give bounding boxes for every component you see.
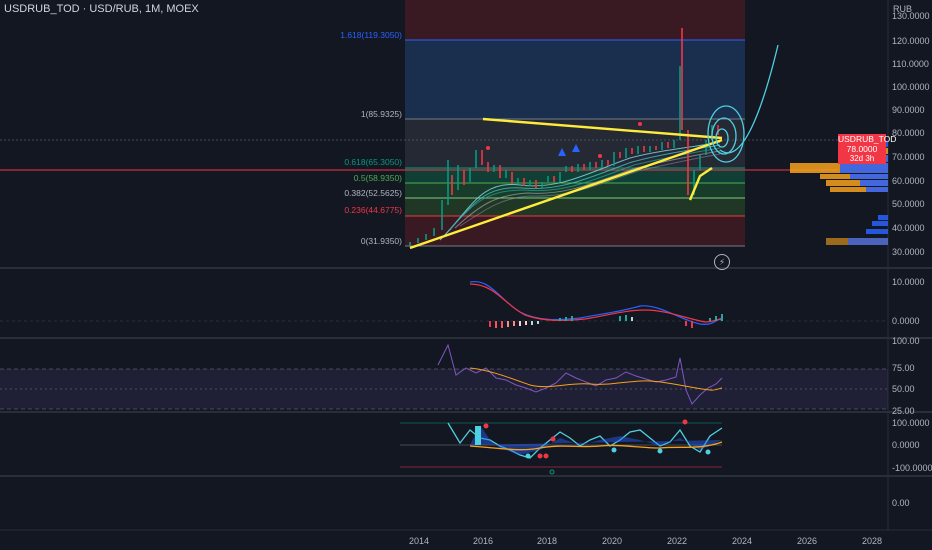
time-axis-label: 2026 xyxy=(797,536,817,546)
time-axis-label: 2024 xyxy=(732,536,752,546)
price-axis-label: 40.0000 xyxy=(892,223,925,233)
price-axis[interactable]: 130.0000 120.0000 110.0000 100.0000 90.0… xyxy=(892,11,932,508)
osc-axis-label: 100.0000 xyxy=(892,418,930,428)
price-axis-label: 70.0000 xyxy=(892,152,925,162)
price-axis-label: 110.0000 xyxy=(892,59,929,69)
time-axis-label: 2028 xyxy=(862,536,882,546)
osc-axis-label: 0.0000 xyxy=(892,440,920,450)
oscillator-pane xyxy=(400,419,723,475)
time-axis[interactable]: 2014 2016 2018 2020 2022 2024 2026 2028 xyxy=(409,536,882,546)
fib-label-0382: 0.382(52.5625) xyxy=(344,188,402,198)
lightning-icon[interactable]: ⚡ xyxy=(714,254,730,270)
fib-label-05: 0.5(58.9350) xyxy=(354,173,402,183)
fib-label-1: 1(85.9325) xyxy=(361,109,402,119)
fib-labels: 1.618(119.3050) 1(85.9325) 0.618(65.3050… xyxy=(340,30,402,246)
price-axis-label: 90.0000 xyxy=(892,105,925,115)
fib-label-0618: 0.618(65.3050) xyxy=(344,157,402,167)
currency-label: RUB xyxy=(893,4,913,14)
osc-axis-label: -100.0000 xyxy=(892,463,932,473)
price-axis-label: 60.0000 xyxy=(892,176,925,186)
chart-canvas[interactable]: 1.618(119.3050) 1(85.9325) 0.618(65.3050… xyxy=(0,0,932,550)
price-axis-label: 120.0000 xyxy=(892,36,930,46)
time-axis-label: 2022 xyxy=(667,536,687,546)
price-axis-label: 100.0000 xyxy=(892,82,930,92)
macd-axis-label: 0.0000 xyxy=(892,316,920,326)
rsi-axis-label: 50.00 xyxy=(892,384,915,394)
rsi-axis-label: 75.00 xyxy=(892,363,915,373)
rsi-axis-label: 100.00 xyxy=(892,336,920,346)
time-axis-label: 2020 xyxy=(602,536,622,546)
price-axis-label: 80.0000 xyxy=(892,128,925,138)
time-axis-label: 2018 xyxy=(537,536,557,546)
rsi-axis-label: 25.00 xyxy=(892,406,915,416)
symbol-title[interactable]: USDRUB_TOD · USD/RUB, 1M, MOEX xyxy=(4,3,199,15)
fib-label-0236: 0.236(44.6775) xyxy=(344,205,402,215)
macd-pane xyxy=(0,280,888,328)
price-tag-symbol: USDRUB_TOD xyxy=(838,134,897,144)
fib-label-0: 0(31.9350) xyxy=(361,236,402,246)
fib-label-1618: 1.618(119.3050) xyxy=(340,30,402,40)
price-tag-value: 78.0000 xyxy=(838,144,886,154)
time-axis-label: 2014 xyxy=(409,536,429,546)
time-axis-label: 2016 xyxy=(473,536,493,546)
price-tag-countdown: 32d 3h xyxy=(838,154,886,164)
price-axis-label: 30.0000 xyxy=(892,247,925,257)
bottom-axis-label: 0.00 xyxy=(892,498,910,508)
rsi-pane xyxy=(0,343,888,410)
price-axis-label: 50.0000 xyxy=(892,199,925,209)
macd-axis-label: 10.0000 xyxy=(892,277,925,287)
